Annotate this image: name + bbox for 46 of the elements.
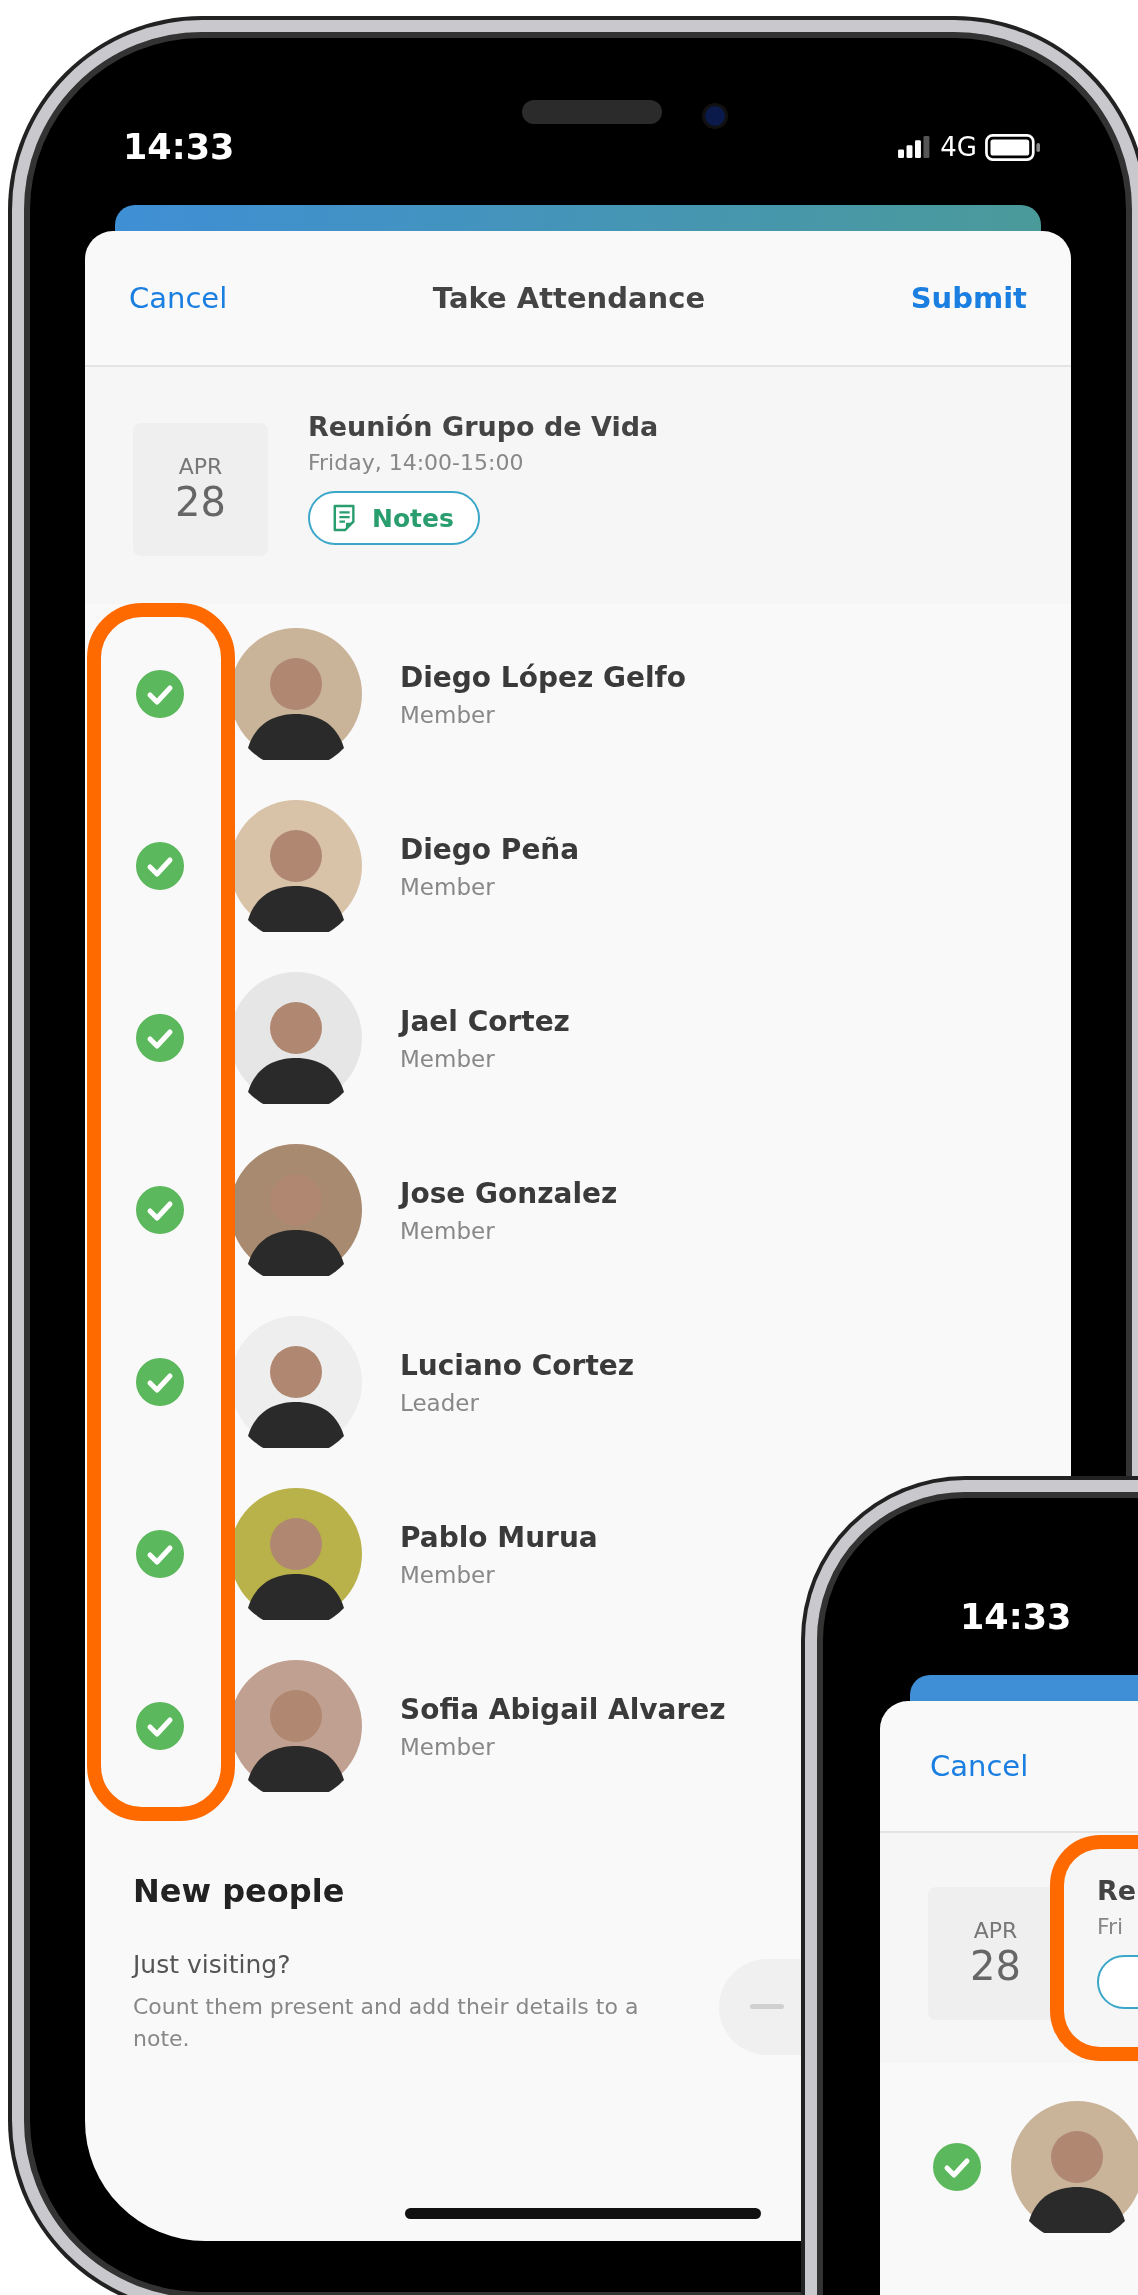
person-role: Member	[400, 873, 496, 900]
person-name: Pablo Murua	[400, 1520, 598, 1554]
check-icon[interactable]	[136, 670, 184, 718]
check-icon[interactable]	[136, 1186, 184, 1234]
cancel-button[interactable]: Cancel	[129, 281, 228, 315]
person-name: Jael Cortez	[400, 1004, 570, 1038]
status-time: 14:33	[123, 127, 235, 167]
check-icon[interactable]	[933, 2143, 981, 2191]
avatar-icon	[1011, 2101, 1138, 2233]
network-label: 4G	[940, 132, 977, 162]
check-icon[interactable]	[136, 1358, 184, 1406]
event-time: Fri	[1097, 1914, 1124, 1939]
note-icon	[332, 503, 358, 533]
check-icon[interactable]	[136, 1530, 184, 1578]
event-title: Re	[1097, 1875, 1137, 1906]
person-role: Member	[400, 1561, 496, 1588]
status-time: 14:33	[960, 1597, 1072, 1637]
person-role: Member	[400, 701, 496, 728]
date-day: 28	[970, 1943, 1021, 1989]
person-name: Diego Peña	[400, 832, 580, 866]
visiting-question: Just visiting?	[133, 1950, 292, 1979]
check-icon[interactable]	[136, 1702, 184, 1750]
date-day: 28	[175, 479, 226, 525]
event-title: Reunión Grupo de Vida	[308, 411, 659, 442]
person-name: Sofia Abigail Alvarez	[400, 1692, 726, 1726]
person-role: Leader	[400, 1389, 480, 1416]
notes-button[interactable]: Notes	[308, 491, 480, 545]
person-role: Member	[400, 1045, 496, 1072]
sheet-title: Take Attendance	[432, 281, 706, 315]
person-name: Luciano Cortez	[400, 1348, 635, 1382]
date-month: APR	[178, 454, 223, 479]
visiting-description: Count them present and add their details to a note.	[133, 1993, 640, 2053]
person-name: Jose Gonzalez	[400, 1176, 618, 1210]
camera-icon	[705, 106, 725, 126]
cancel-button[interactable]: Cancel	[930, 1749, 1029, 1783]
event-time: Friday, 14:00-15:00	[308, 450, 524, 475]
check-icon[interactable]	[136, 842, 184, 890]
decrement-button[interactable]	[719, 1958, 803, 2055]
check-icon[interactable]	[136, 1014, 184, 1062]
date-month: APR	[973, 1918, 1018, 1943]
person-role: Member	[400, 1733, 496, 1760]
submit-button[interactable]: Submit	[910, 281, 1027, 315]
person-name: Diego López Gelfo	[400, 660, 686, 694]
section-title: New people	[133, 1872, 346, 1910]
person-role: Member	[400, 1217, 496, 1244]
battery-icon	[985, 133, 1041, 161]
